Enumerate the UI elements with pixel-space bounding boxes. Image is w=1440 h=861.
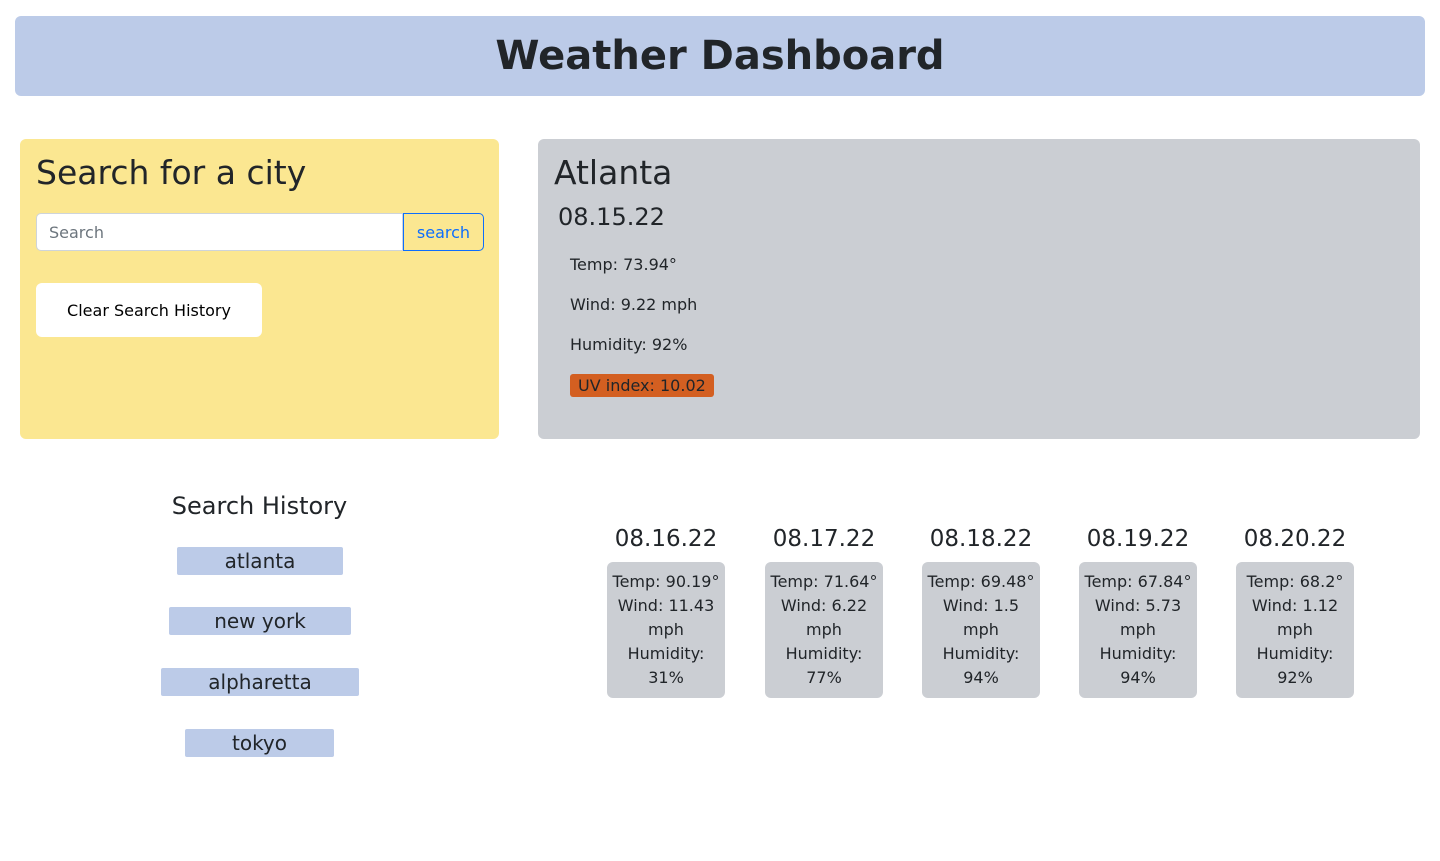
search-history-title: Search History bbox=[171, 492, 348, 520]
forecast-day: 08.19.22 Temp: 67.84° Wind: 5.73 mph Hum… bbox=[1079, 524, 1197, 698]
forecast-date: 08.20.22 bbox=[1243, 526, 1347, 552]
current-date: 08.15.22 bbox=[558, 203, 665, 231]
forecast-day: 08.16.22 Temp: 90.19° Wind: 11.43 mph Hu… bbox=[607, 524, 725, 698]
forecast-day: 08.18.22 Temp: 69.48° Wind: 1.5 mph Humi… bbox=[922, 524, 1040, 698]
current-temp: Temp: 73.94° bbox=[570, 255, 677, 274]
forecast-card: Temp: 67.84° Wind: 5.73 mph Humidity: 94… bbox=[1079, 562, 1197, 698]
current-weather-panel: Atlanta 08.15.22 Temp: 73.94° Wind: 9.22… bbox=[538, 139, 1420, 439]
forecast-date: 08.18.22 bbox=[929, 526, 1033, 552]
forecast-temp: Temp: 69.48° bbox=[927, 572, 1035, 591]
forecast-temp: Temp: 90.19° bbox=[612, 572, 720, 591]
search-input[interactable] bbox=[36, 213, 403, 251]
forecast-day: 08.20.22 Temp: 68.2° Wind: 1.12 mph Humi… bbox=[1236, 524, 1354, 698]
forecast-card: Temp: 68.2° Wind: 1.12 mph Humidity: 92% bbox=[1236, 562, 1354, 698]
forecast-wind: Wind: 6.22 mph bbox=[780, 596, 868, 639]
forecast-temp: Temp: 71.64° bbox=[770, 572, 878, 591]
forecast-humidity: Humidity: 94% bbox=[1099, 644, 1177, 687]
forecast-humidity: Humidity: 92% bbox=[1256, 644, 1334, 687]
history-item-alpharetta[interactable]: alpharetta bbox=[161, 668, 359, 696]
forecast-temp: Temp: 68.2° bbox=[1246, 572, 1344, 591]
forecast-card: Temp: 69.48° Wind: 1.5 mph Humidity: 94% bbox=[922, 562, 1040, 698]
search-heading: Search for a city bbox=[36, 153, 307, 192]
forecast-humidity: Humidity: 77% bbox=[785, 644, 863, 687]
forecast-card: Temp: 90.19° Wind: 11.43 mph Humidity: 3… bbox=[607, 562, 725, 698]
history-item-atlanta[interactable]: atlanta bbox=[177, 547, 343, 575]
current-city: Atlanta bbox=[554, 153, 673, 192]
forecast-wind: Wind: 1.12 mph bbox=[1251, 596, 1339, 639]
forecast-date: 08.19.22 bbox=[1086, 526, 1190, 552]
page-header: Weather Dashboard bbox=[15, 16, 1425, 96]
forecast-card: Temp: 71.64° Wind: 6.22 mph Humidity: 77… bbox=[765, 562, 883, 698]
search-panel: Search for a city search Clear Search Hi… bbox=[20, 139, 499, 439]
current-humidity: Humidity: 92% bbox=[570, 335, 688, 354]
forecast-humidity: Humidity: 94% bbox=[942, 644, 1020, 687]
history-item-tokyo[interactable]: tokyo bbox=[185, 729, 334, 757]
forecast-wind: Wind: 11.43 mph bbox=[617, 596, 715, 639]
forecast-wind: Wind: 1.5 mph bbox=[942, 596, 1020, 639]
uv-index-badge: UV index: 10.02 bbox=[570, 374, 714, 397]
clear-history-button[interactable]: Clear Search History bbox=[36, 283, 262, 337]
forecast-temp: Temp: 67.84° bbox=[1084, 572, 1192, 591]
page-title: Weather Dashboard bbox=[495, 33, 945, 79]
forecast-day: 08.17.22 Temp: 71.64° Wind: 6.22 mph Hum… bbox=[765, 524, 883, 698]
current-wind: Wind: 9.22 mph bbox=[570, 295, 698, 314]
forecast-date: 08.16.22 bbox=[614, 526, 718, 552]
forecast-wind: Wind: 5.73 mph bbox=[1094, 596, 1182, 639]
forecast-humidity: Humidity: 31% bbox=[627, 644, 705, 687]
history-item-new-york[interactable]: new york bbox=[169, 607, 351, 635]
search-button[interactable]: search bbox=[403, 213, 484, 251]
forecast-date: 08.17.22 bbox=[772, 526, 876, 552]
